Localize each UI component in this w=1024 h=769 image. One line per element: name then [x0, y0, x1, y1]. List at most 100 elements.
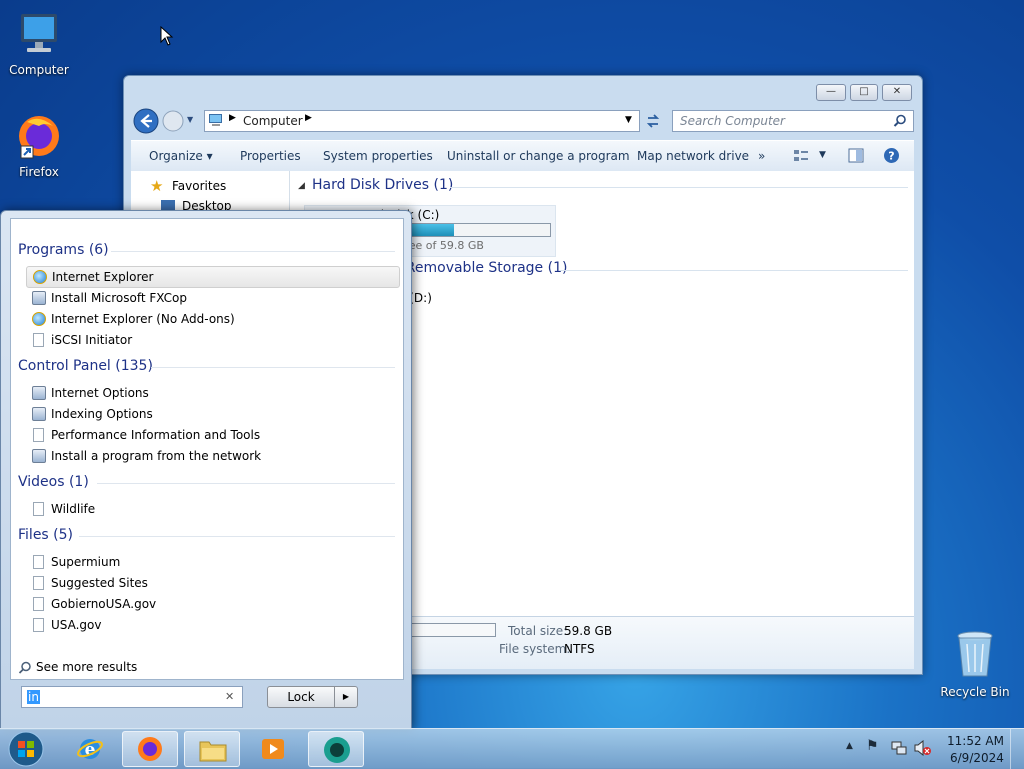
address-bar[interactable]: ▶ Computer ▶ ▼ [204, 110, 640, 132]
result-internet-options[interactable]: Internet Options [26, 383, 398, 403]
result-wildlife[interactable]: Wildlife [26, 499, 398, 519]
breadcrumb-computer[interactable]: Computer [243, 114, 303, 128]
result-gobiernousa[interactable]: GobiernoUSA.gov [26, 594, 398, 614]
internet-explorer-icon [33, 270, 47, 284]
firefox-icon [19, 116, 59, 159]
network-icon[interactable] [891, 740, 907, 756]
preview-pane-icon[interactable] [848, 148, 864, 163]
result-install-from-network[interactable]: Install a program from the network [26, 446, 398, 466]
total-size-label: Total size: [508, 624, 568, 638]
document-icon [33, 597, 44, 611]
desktop-icon-computer[interactable]: Computer [0, 10, 79, 77]
command-bar: Organize ▾ Properties System properties … [131, 140, 914, 172]
system-properties-button[interactable]: System properties [323, 149, 433, 163]
result-install-fxcop[interactable]: Install Microsoft FXCop [26, 288, 398, 308]
group-divider [450, 187, 908, 188]
see-more-results-link[interactable]: See more results [36, 660, 137, 674]
desktop-icon-label: Recycle Bin [940, 685, 1010, 699]
taskbar-windows-explorer[interactable] [184, 731, 240, 767]
clock-date[interactable]: 6/9/2024 [950, 751, 1004, 765]
app-icon [324, 737, 350, 763]
organize-button[interactable]: Organize ▾ [149, 149, 213, 163]
show-desktop-button[interactable] [1010, 729, 1024, 769]
search-results-pane: Programs (6) Internet Explorer Install M… [10, 218, 404, 680]
taskbar-media-player[interactable] [246, 731, 302, 767]
category-programs[interactable]: Programs (6) [18, 242, 109, 258]
taskbar-app[interactable] [308, 731, 364, 767]
file-system-value: NTFS [564, 642, 595, 656]
group-header-hard-disk-drives[interactable]: Hard Disk Drives (1) [312, 177, 453, 193]
result-internet-explorer[interactable]: Internet Explorer [26, 266, 400, 288]
category-divider [151, 367, 395, 368]
desktop-icon-label: Firefox [19, 165, 59, 179]
result-ie-no-addons[interactable]: Internet Explorer (No Add-ons) [26, 309, 398, 329]
search-box[interactable]: Search Computer [672, 110, 914, 132]
shutdown-options-arrow[interactable]: ▶ [334, 686, 358, 708]
lock-button-label: Lock [287, 690, 315, 704]
search-icon[interactable] [893, 114, 907, 128]
total-size-value: 59.8 GB [564, 624, 613, 638]
document-icon [33, 618, 44, 632]
search-placeholder: Search Computer [680, 114, 785, 128]
taskbar: e ▲ ⚑ 11:52 AM 6/9/2024 [0, 728, 1024, 769]
uninstall-program-button[interactable]: Uninstall or change a program [447, 149, 630, 163]
refresh-icon[interactable] [644, 112, 662, 130]
result-indexing-options[interactable]: Indexing Options [26, 404, 398, 424]
star-icon: ★ [150, 177, 164, 195]
desktop-icon-firefox[interactable]: Firefox [0, 112, 79, 179]
computer-small-icon [209, 114, 222, 126]
internet-explorer-icon [32, 312, 46, 326]
address-dropdown-icon[interactable]: ▼ [625, 115, 632, 125]
indexing-options-icon [32, 407, 46, 421]
minimize-button[interactable]: — [816, 84, 846, 101]
back-arrow-icon[interactable] [132, 107, 160, 135]
category-control-panel[interactable]: Control Panel (135) [18, 358, 153, 374]
forward-arrow-icon[interactable] [161, 109, 185, 133]
properties-button[interactable]: Properties [240, 149, 301, 163]
breadcrumb-arrow-icon: ▶ [229, 113, 236, 123]
document-icon [33, 555, 44, 569]
result-iscsi-initiator[interactable]: iSCSI Initiator [26, 330, 398, 350]
svg-text:?: ? [888, 150, 894, 163]
category-files[interactable]: Files (5) [18, 527, 73, 543]
close-button[interactable]: ✕ [882, 84, 912, 101]
result-supermium[interactable]: Supermium [26, 552, 398, 572]
start-orb-icon[interactable] [7, 730, 45, 768]
category-videos[interactable]: Videos (1) [18, 474, 89, 490]
more-commands-button[interactable]: » [758, 149, 765, 163]
computer-icon [21, 14, 57, 52]
folder-icon [199, 741, 227, 762]
start-search-input[interactable]: in ✕ [21, 686, 243, 708]
internet-options-icon [32, 386, 46, 400]
document-icon [33, 502, 44, 516]
show-hidden-icons-button[interactable]: ▲ [846, 741, 853, 751]
action-center-flag-icon[interactable]: ⚑ [866, 738, 879, 754]
lock-button[interactable]: Lock [267, 686, 335, 708]
result-performance-info[interactable]: Performance Information and Tools [26, 425, 398, 445]
maximize-button[interactable]: □ [850, 84, 878, 101]
result-usa-gov[interactable]: USA.gov [26, 615, 398, 635]
change-view-icon[interactable] [793, 149, 809, 163]
group-divider [560, 270, 908, 271]
help-icon[interactable]: ? [883, 147, 900, 164]
collapse-group-icon[interactable]: ◢ [298, 181, 305, 191]
clear-search-icon[interactable]: ✕ [225, 690, 234, 703]
mouse-cursor-icon [160, 26, 174, 46]
category-divider [79, 536, 395, 537]
search-input-value: in [27, 690, 40, 704]
view-dropdown-icon[interactable]: ▼ [819, 150, 826, 160]
recent-pages-dropdown-icon[interactable]: ▼ [187, 115, 193, 124]
taskbar-firefox[interactable] [122, 731, 178, 767]
nav-favorites[interactable]: Favorites [172, 179, 226, 193]
start-menu: Programs (6) Internet Explorer Install M… [0, 210, 412, 730]
taskbar-internet-explorer[interactable]: e [62, 731, 118, 767]
media-player-icon [262, 739, 284, 759]
desktop-icon-recycle-bin[interactable]: Recycle Bin [935, 630, 1015, 699]
map-network-drive-button[interactable]: Map network drive [637, 149, 749, 163]
recycle-bin-icon [957, 631, 993, 677]
result-suggested-sites[interactable]: Suggested Sites [26, 573, 398, 593]
volume-muted-icon[interactable] [914, 740, 932, 756]
clock-time[interactable]: 11:52 AM [947, 734, 1004, 748]
installer-icon [32, 291, 46, 305]
desktop-icon-label: Computer [9, 63, 69, 77]
